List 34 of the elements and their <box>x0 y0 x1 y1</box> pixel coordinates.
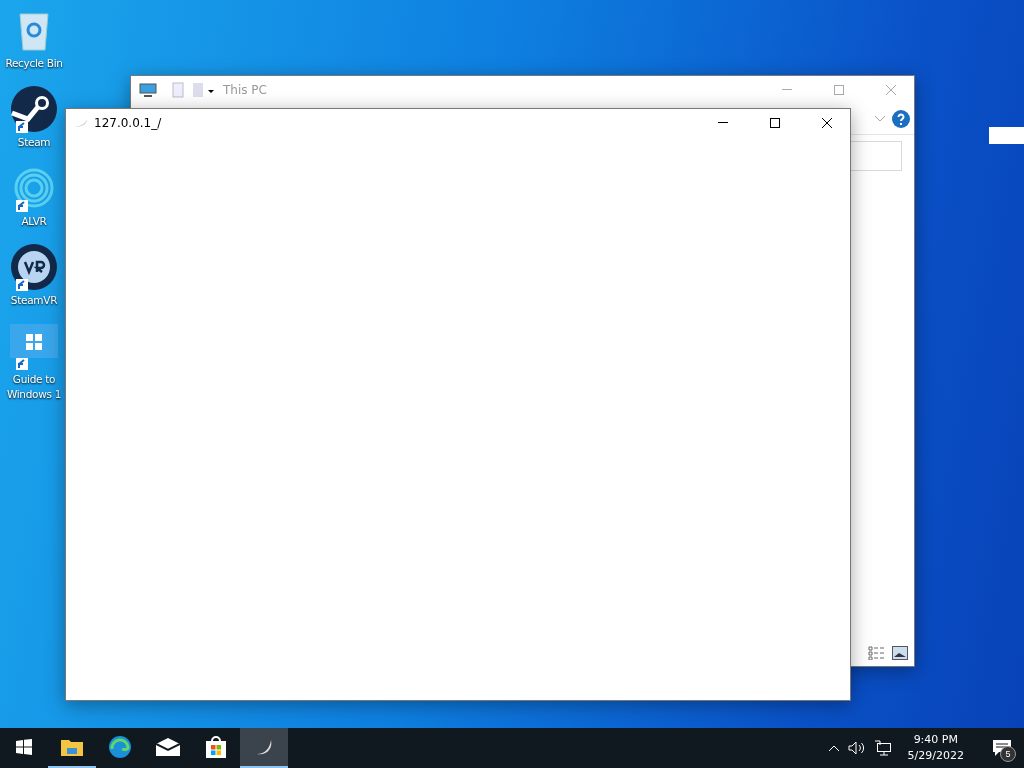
clock-date: 5/29/2022 <box>907 748 964 764</box>
desktop-icon-label[interactable]: Recycle Bin <box>5 56 63 71</box>
window-title: 127.0.0.1_/ <box>94 116 163 130</box>
crescent-icon <box>74 118 88 128</box>
speaker-icon[interactable] <box>847 741 866 755</box>
clock[interactable]: 9:40 PM 5/29/2022 <box>899 732 972 764</box>
close-icon <box>886 85 896 95</box>
desktop-icon-label[interactable]: Steam <box>17 135 51 150</box>
network-monitor-icon[interactable] <box>873 740 892 756</box>
help-icon[interactable] <box>892 110 910 128</box>
window-title: This PC <box>223 83 268 97</box>
notification-count: 5 <box>1000 746 1016 762</box>
offscreen-window <box>989 127 1024 144</box>
close-icon <box>822 118 832 128</box>
maximize-icon <box>770 118 780 128</box>
windows-logo-icon <box>16 739 32 755</box>
clock-time: 9:40 PM <box>913 732 958 748</box>
minimize-icon <box>718 122 728 124</box>
minimize-icon <box>782 89 792 91</box>
folder-icon <box>61 738 83 756</box>
notifications-button[interactable]: 5 <box>980 728 1024 768</box>
vr-logo-icon <box>10 243 58 291</box>
browser-swirl-icon <box>108 735 132 759</box>
details-view-icon[interactable] <box>868 646 886 660</box>
maximize-icon <box>834 85 844 95</box>
chevron-up-icon[interactable] <box>827 744 840 752</box>
steam-logo-icon <box>10 85 58 133</box>
desktop-icon-label[interactable]: SteamVR <box>10 293 58 308</box>
desktop-icon-label[interactable]: Guide to Windows 1 <box>4 372 64 402</box>
computer-icon <box>139 83 157 97</box>
thumbnail-view-icon[interactable] <box>892 646 908 660</box>
shopping-bag-icon <box>204 735 228 759</box>
desktop-icon-label[interactable]: ALVR <box>21 214 47 229</box>
envelope-icon <box>156 738 180 756</box>
